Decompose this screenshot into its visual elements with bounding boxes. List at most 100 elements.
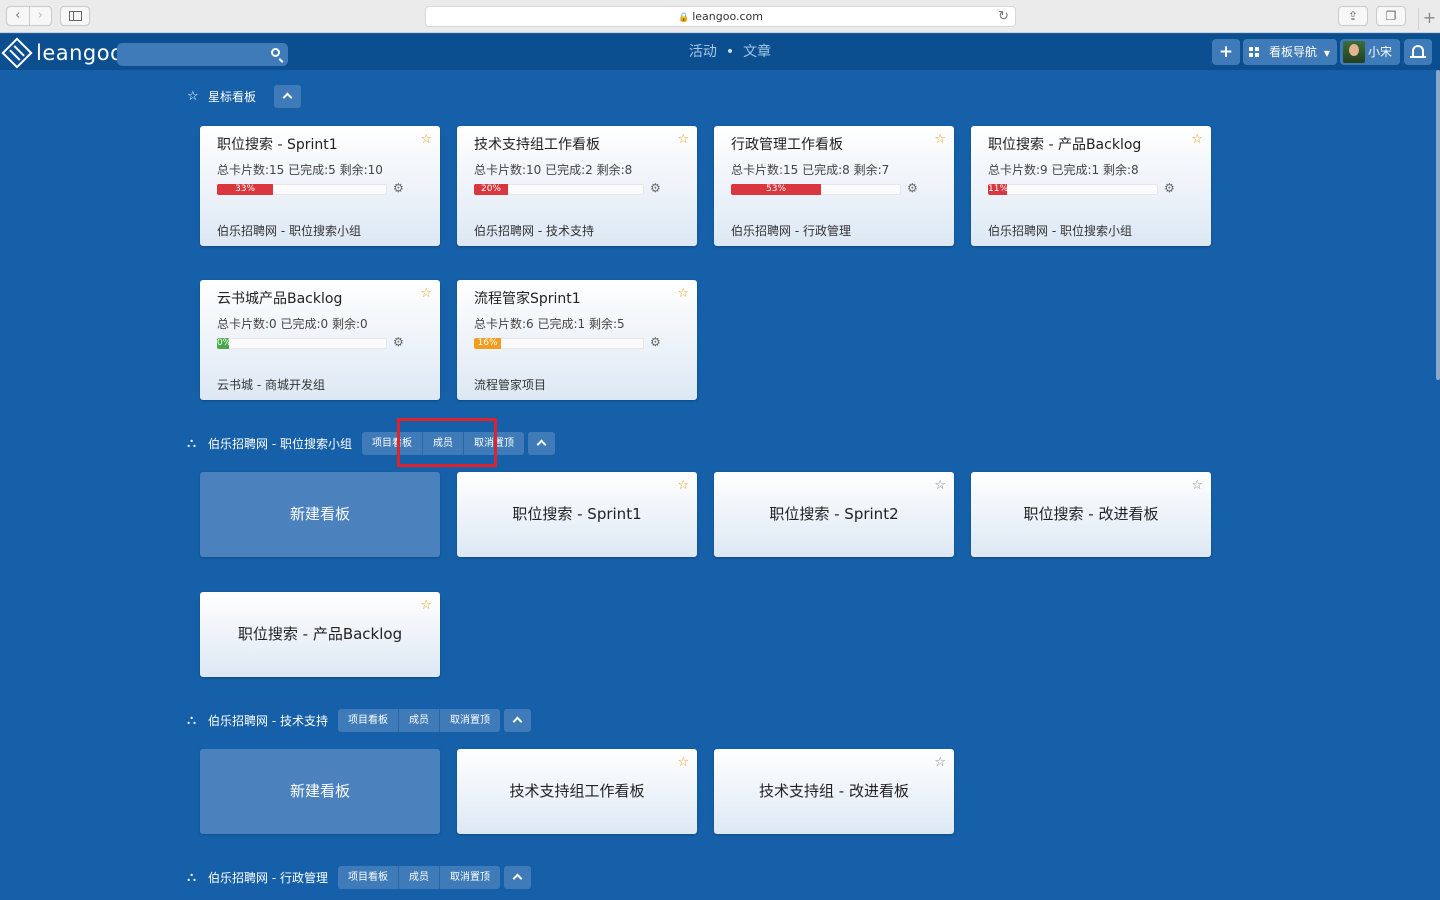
board-title: 职位搜索 - Sprint1 bbox=[512, 505, 642, 523]
board-card[interactable]: ☆ 职位搜索 - Sprint2 bbox=[714, 472, 954, 557]
group-icon: ⛬ bbox=[187, 869, 197, 885]
project-boards-button[interactable]: 项目看板 bbox=[337, 708, 399, 732]
star-section-icon: ☆ bbox=[187, 88, 199, 104]
board-title: 技术支持组工作看板 bbox=[474, 137, 600, 153]
star-icon[interactable]: ☆ bbox=[1191, 133, 1203, 146]
nav-activity-link[interactable]: 活动 bbox=[689, 44, 717, 60]
star-icon[interactable]: ☆ bbox=[420, 133, 432, 146]
members-button[interactable]: 成员 bbox=[398, 708, 440, 732]
star-icon[interactable]: ☆ bbox=[677, 287, 689, 300]
avatar bbox=[1343, 41, 1365, 63]
board-stats: 总卡片数:0 已完成:0 剩余:0 bbox=[217, 317, 368, 331]
unpin-button[interactable]: 取消置顶 bbox=[439, 708, 500, 732]
board-nav-dropdown[interactable]: 看板导航 ▼ bbox=[1243, 39, 1337, 65]
star-icon[interactable]: ☆ bbox=[934, 133, 946, 146]
unpin-button[interactable]: 取消置顶 bbox=[439, 865, 500, 889]
members-button[interactable]: 成员 bbox=[398, 865, 440, 889]
board-card[interactable]: ☆ 技术支持组工作看板 bbox=[457, 749, 697, 834]
collapse-button[interactable] bbox=[503, 865, 531, 889]
share-icon: ⇪ bbox=[1347, 9, 1359, 23]
board-card[interactable]: ☆ 技术支持组 - 改进看板 bbox=[714, 749, 954, 834]
highlight-box bbox=[397, 418, 497, 467]
starred-board-card[interactable]: ☆ 流程管家Sprint1 总卡片数:6 已完成:1 剩余:5 16% ⚙ 流程管家项目 bbox=[457, 280, 697, 400]
share-button[interactable]: ⇪ bbox=[1338, 6, 1368, 26]
progress-bar: 0% bbox=[217, 338, 387, 349]
project-title[interactable]: 伯乐招聘网 - 行政管理 bbox=[208, 869, 328, 886]
url-text: leangoo.com bbox=[692, 10, 763, 23]
team-name: 伯乐招聘网 - 行政管理 bbox=[731, 224, 851, 238]
board-card[interactable]: ☆ 职位搜索 - 产品Backlog bbox=[200, 592, 440, 677]
sidebar-toggle-button[interactable] bbox=[60, 6, 90, 26]
user-menu[interactable]: 小宋 bbox=[1340, 39, 1400, 65]
logo-icon bbox=[1, 37, 33, 69]
project-header-1: ⛬ 伯乐招聘网 - 技术支持 项目看板 成员 取消置顶 bbox=[187, 708, 531, 732]
new-board-card[interactable]: 新建看板 bbox=[200, 472, 440, 557]
starred-board-card[interactable]: ☆ 职位搜索 - Sprint1 总卡片数:15 已完成:5 剩余:10 33% ⚙ 伯乐… bbox=[200, 126, 440, 246]
starred-board-card[interactable]: ☆ 技术支持组工作看板 总卡片数:10 已完成:2 剩余:8 20% ⚙ 伯乐招聘网 - … bbox=[457, 126, 697, 246]
gear-icon[interactable]: ⚙ bbox=[1164, 182, 1175, 195]
team-name: 流程管家项目 bbox=[474, 378, 547, 392]
progress-fill: 0% bbox=[217, 338, 229, 349]
project-title[interactable]: 伯乐招聘网 - 技术支持 bbox=[208, 712, 328, 729]
progress-fill: 20% bbox=[474, 184, 508, 195]
search-icon[interactable] bbox=[271, 48, 280, 57]
star-icon[interactable]: ☆ bbox=[420, 287, 432, 300]
tabs-overview-button[interactable]: ❐ bbox=[1376, 6, 1406, 26]
team-name: 伯乐招聘网 - 职位搜索小组 bbox=[988, 224, 1132, 238]
board-stats: 总卡片数:15 已完成:8 剩余:7 bbox=[731, 163, 890, 177]
project-actions: 项目看板 成员 取消置顶 bbox=[337, 708, 500, 732]
project-actions: 项目看板 成员 取消置顶 bbox=[337, 865, 500, 889]
project-header-0: ⛬ 伯乐招聘网 - 职位搜索小组 项目看板 成员 取消置顶 bbox=[187, 431, 555, 455]
board-title: 职位搜索 - Sprint1 bbox=[217, 137, 338, 153]
back-icon[interactable]: ‹ bbox=[7, 7, 29, 25]
bell-icon bbox=[1410, 45, 1426, 58]
gear-icon[interactable]: ⚙ bbox=[650, 182, 661, 195]
progress-bar: 11% bbox=[988, 184, 1158, 195]
project-header-2: ⛬ 伯乐招聘网 - 行政管理 项目看板 成员 取消置顶 bbox=[187, 865, 531, 889]
board-card[interactable]: ☆ 职位搜索 - Sprint1 bbox=[457, 472, 697, 557]
collapse-button[interactable] bbox=[274, 84, 302, 108]
collapse-button[interactable] bbox=[527, 431, 555, 455]
reload-icon[interactable]: ↻ bbox=[998, 7, 1009, 26]
starred-board-card[interactable]: ☆ 云书城产品Backlog 总卡片数:0 已完成:0 剩余:0 0% ⚙ 云书城 - 商… bbox=[200, 280, 440, 400]
progress-bar: 53% bbox=[731, 184, 901, 195]
gear-icon[interactable]: ⚙ bbox=[650, 336, 661, 349]
nav-separator: • bbox=[725, 44, 735, 60]
board-title: 职位搜索 - 产品Backlog bbox=[237, 625, 403, 643]
logo[interactable]: leangoo bbox=[1, 37, 124, 69]
scrollbar[interactable] bbox=[1436, 70, 1440, 380]
board-title: 技术支持组 - 改进看板 bbox=[759, 782, 909, 800]
gear-icon[interactable]: ⚙ bbox=[907, 182, 918, 195]
nav-articles-link[interactable]: 文章 bbox=[743, 44, 771, 60]
board-card[interactable]: ☆ 职位搜索 - 改进看板 bbox=[971, 472, 1211, 557]
new-board-card[interactable]: 新建看板 bbox=[200, 749, 440, 834]
starred-board-card[interactable]: ☆ 职位搜索 - 产品Backlog 总卡片数:9 已完成:1 剩余:8 11% ⚙ 伯乐… bbox=[971, 126, 1211, 246]
new-tab-button[interactable]: + bbox=[1418, 8, 1440, 30]
progress-bar: 16% bbox=[474, 338, 644, 349]
starred-board-card[interactable]: ☆ 行政管理工作看板 总卡片数:15 已完成:8 剩余:7 53% ⚙ 伯乐招聘网 - 行… bbox=[714, 126, 954, 246]
forward-icon[interactable]: › bbox=[28, 7, 52, 25]
notifications-button[interactable] bbox=[1404, 39, 1432, 65]
search-box[interactable] bbox=[117, 43, 288, 66]
logo-text: leangoo bbox=[36, 41, 124, 65]
board-title: 职位搜索 - 改进看板 bbox=[1023, 505, 1159, 523]
gear-icon[interactable]: ⚙ bbox=[393, 336, 404, 349]
address-bar[interactable]: 🔒 leangoo.com ↻ bbox=[425, 6, 1016, 27]
browser-toolbar: ‹ › 🔒 leangoo.com ↻ ⇪ ❐ + bbox=[0, 0, 1440, 33]
progress-bar: 20% bbox=[474, 184, 644, 195]
board-title: 云书城产品Backlog bbox=[217, 291, 343, 307]
back-forward-buttons[interactable]: ‹ › bbox=[6, 6, 52, 26]
gear-icon[interactable]: ⚙ bbox=[393, 182, 404, 195]
project-title[interactable]: 伯乐招聘网 - 职位搜索小组 bbox=[208, 435, 352, 452]
caret-down-icon: ▼ bbox=[1323, 49, 1330, 58]
board-stats: 总卡片数:10 已完成:2 剩余:8 bbox=[474, 163, 633, 177]
collapse-button[interactable] bbox=[503, 708, 531, 732]
board-stats: 总卡片数:6 已完成:1 剩余:5 bbox=[474, 317, 625, 331]
grid-icon bbox=[1249, 47, 1260, 57]
progress-fill: 53% bbox=[731, 184, 822, 195]
search-input[interactable] bbox=[117, 43, 257, 66]
project-boards-button[interactable]: 项目看板 bbox=[337, 865, 399, 889]
add-button[interactable]: + bbox=[1212, 39, 1240, 65]
app-header: leangoo 活动 • 文章 + 看板导航 ▼ 小宋 bbox=[0, 34, 1440, 70]
star-icon[interactable]: ☆ bbox=[677, 133, 689, 146]
